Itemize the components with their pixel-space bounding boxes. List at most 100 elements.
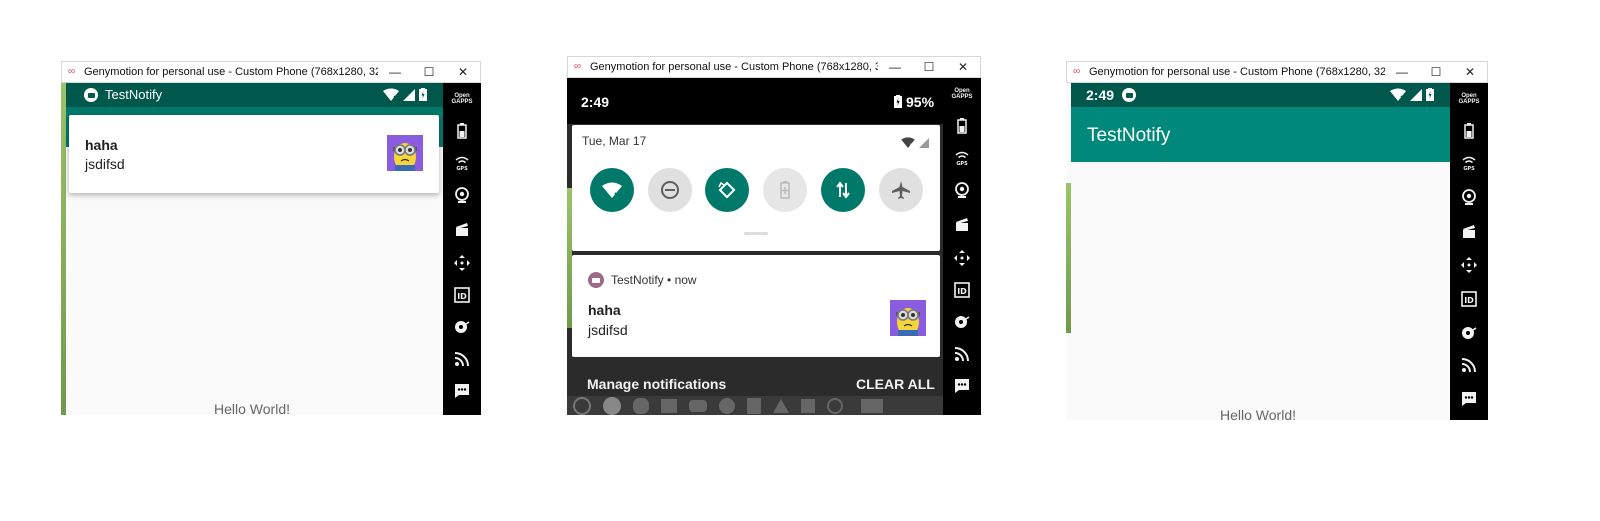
app-name: TestNotify — [105, 87, 163, 102]
wifi-off-icon — [602, 182, 622, 199]
maximize-button[interactable]: ☐ — [912, 60, 946, 74]
window-title: Genymotion for personal use - Custom Pho… — [84, 66, 378, 78]
clear-all-button[interactable]: CLEAR ALL — [856, 376, 935, 392]
genymotion-toolbar: Open GAPPS GPS ID — [943, 78, 981, 415]
network-button[interactable] — [950, 342, 974, 366]
wifi-off-icon — [383, 88, 399, 101]
do-not-disturb-toggle[interactable] — [648, 168, 692, 212]
minimize-button[interactable]: — — [1385, 65, 1419, 79]
device-screen[interactable]: 2:49 95% Tue, Mar 17 TestNotify • now ha… — [567, 78, 943, 415]
car-icon — [689, 399, 707, 412]
auto-rotate-toggle[interactable] — [705, 168, 749, 212]
open-gapps-button[interactable]: Open GAPPS — [1457, 87, 1481, 111]
device-screen[interactable]: 2:49 TestNotify Hello World! — [1066, 83, 1450, 420]
window-titlebar[interactable]: ∞ Genymotion for personal use - Custom P… — [1066, 61, 1488, 83]
close-button[interactable]: ✕ — [946, 60, 980, 74]
wifi-off-icon — [901, 137, 915, 148]
battery-plus-icon — [780, 181, 790, 199]
open-gapps-button[interactable]: Open GAPPS — [950, 82, 974, 106]
minion-avatar-icon — [890, 300, 926, 336]
qs-drag-handle[interactable] — [744, 232, 768, 235]
battery-widget-button[interactable] — [450, 119, 474, 143]
identifiers-button[interactable]: ID — [950, 278, 974, 302]
network-button[interactable] — [1457, 353, 1481, 377]
move-arrows-icon — [1461, 257, 1477, 273]
svg-text:GPS: GPS — [456, 166, 468, 172]
gps-widget-button[interactable]: GPS — [1457, 151, 1481, 175]
disk-io-button[interactable] — [950, 310, 974, 334]
minion-avatar-icon — [387, 135, 423, 171]
window-titlebar[interactable]: ∞ Genymotion for personal use - Custom P… — [567, 56, 981, 78]
status-bar — [567, 78, 943, 124]
gps-widget-button[interactable]: GPS — [950, 146, 974, 170]
battery-icon — [957, 118, 967, 134]
identifiers-button[interactable]: ID — [1457, 287, 1481, 311]
notification-title: haha — [85, 137, 118, 153]
battery-icon — [1426, 88, 1434, 101]
close-button[interactable]: ✕ — [446, 65, 480, 79]
maximize-button[interactable]: ☐ — [1419, 65, 1453, 79]
battery-icon — [457, 123, 467, 139]
remote-control-button[interactable] — [1457, 253, 1481, 277]
window-titlebar[interactable]: ∞ Genymotion for personal use - Custom P… — [61, 61, 481, 83]
remote-control-button[interactable] — [950, 246, 974, 270]
identifiers-button[interactable]: ID — [450, 283, 474, 307]
rss-icon — [954, 347, 969, 362]
date-label: Tue, Mar 17 — [582, 134, 647, 148]
network-button[interactable] — [450, 347, 474, 371]
svg-text:ID: ID — [457, 292, 467, 301]
svg-text:GPS: GPS — [956, 161, 968, 167]
message-icon — [1462, 392, 1476, 406]
disk-io-button[interactable] — [1457, 321, 1481, 345]
screencast-widget-button[interactable] — [950, 212, 974, 236]
notification-text: jsdifsd — [588, 322, 628, 338]
device-screen[interactable]: TestNotify haha jsdifsd Hello World! — [61, 83, 443, 415]
wifi-toggle[interactable] — [590, 168, 634, 212]
sms-button[interactable] — [450, 379, 474, 403]
qs-status-icons — [901, 137, 929, 148]
hello-world-text: Hello World! — [1220, 407, 1296, 420]
svg-text:GPS: GPS — [1463, 166, 1475, 172]
gps-widget-button[interactable]: GPS — [450, 151, 474, 175]
clapperboard-icon — [1463, 225, 1475, 238]
smiley-icon — [603, 396, 621, 415]
rotate-icon — [718, 181, 736, 199]
webcam-widget-button[interactable] — [450, 183, 474, 207]
maximize-button[interactable]: ☐ — [412, 65, 446, 79]
close-button[interactable]: ✕ — [1453, 65, 1487, 79]
screencast-widget-button[interactable] — [1457, 219, 1481, 243]
app-icon — [84, 88, 98, 102]
message-icon — [455, 384, 469, 398]
battery-widget-button[interactable] — [950, 114, 974, 138]
message-icon — [955, 379, 969, 393]
emulator-window-2: ∞ Genymotion for personal use - Custom P… — [567, 56, 981, 415]
desktop-edge — [1066, 183, 1071, 333]
status-icons — [383, 88, 427, 101]
webcam-widget-button[interactable] — [950, 178, 974, 202]
gps-icon: GPS — [1462, 156, 1476, 172]
id-card-icon: ID — [454, 287, 470, 303]
genymotion-logo-icon: ∞ — [574, 61, 582, 72]
sms-button[interactable] — [950, 374, 974, 398]
food-icon — [661, 398, 677, 413]
clock: 2:49 — [1086, 87, 1115, 103]
signal-icon — [1410, 88, 1422, 101]
minimize-button[interactable]: — — [878, 60, 912, 74]
recent-emoji-icon — [573, 396, 591, 415]
webcam-widget-button[interactable] — [1457, 185, 1481, 209]
mobile-data-toggle[interactable] — [821, 168, 865, 212]
heads-up-notification[interactable]: haha jsdifsd — [69, 115, 439, 193]
minimize-button[interactable]: — — [378, 65, 412, 79]
airplane-mode-toggle[interactable] — [879, 168, 923, 212]
genymotion-logo-icon: ∞ — [1073, 66, 1081, 77]
battery-widget-button[interactable] — [1457, 119, 1481, 143]
open-gapps-button[interactable]: Open GAPPS — [450, 87, 474, 111]
sms-button[interactable] — [1457, 387, 1481, 411]
screencast-widget-button[interactable] — [450, 217, 474, 241]
notification-card[interactable] — [572, 255, 940, 357]
battery-saver-toggle[interactable] — [763, 168, 807, 212]
emoticon-icon — [827, 397, 843, 414]
manage-notifications-button[interactable]: Manage notifications — [587, 376, 726, 392]
remote-control-button[interactable] — [450, 251, 474, 275]
disk-io-button[interactable] — [450, 315, 474, 339]
